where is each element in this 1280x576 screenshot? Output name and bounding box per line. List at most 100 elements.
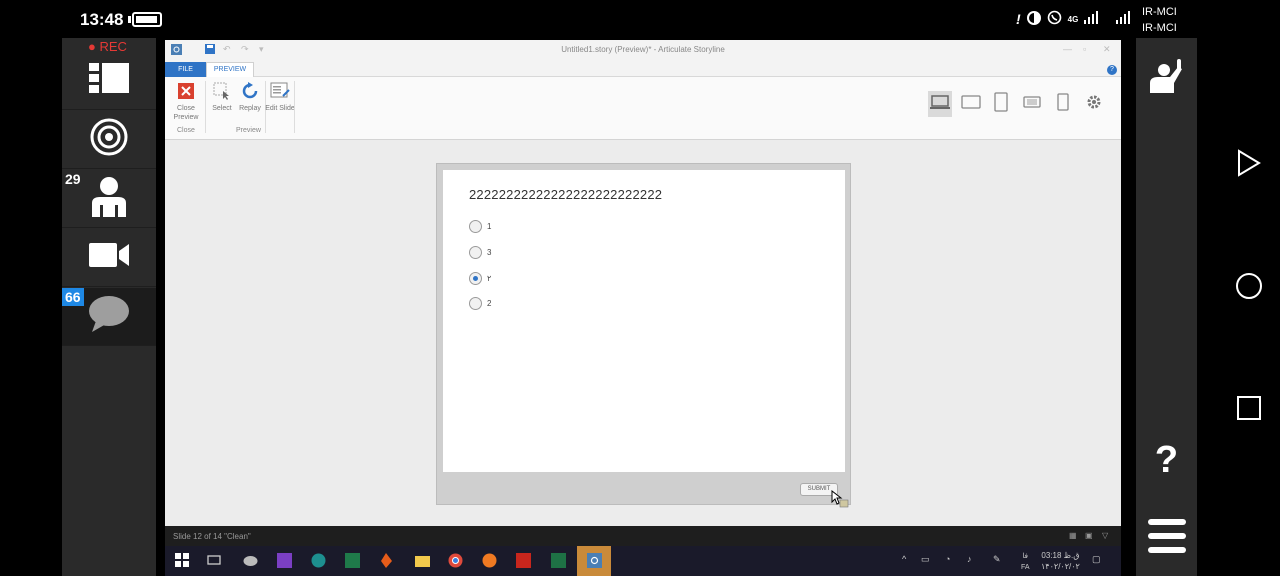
person-icon bbox=[90, 175, 128, 222]
target-icon bbox=[90, 118, 128, 161]
volume-icon[interactable]: ♪ bbox=[967, 554, 972, 564]
app-icon[interactable] bbox=[345, 553, 360, 568]
phone-landscape-icon bbox=[1023, 95, 1041, 113]
edit-slide-icon bbox=[270, 81, 290, 101]
alert-icon: ! bbox=[1016, 11, 1021, 27]
replay-icon bbox=[240, 81, 260, 101]
option-label: 3 bbox=[487, 248, 492, 257]
android-status-bar: 13:48 ! 4G IR-MCI IR-MCI bbox=[0, 0, 1280, 38]
back-button[interactable] bbox=[1234, 148, 1264, 182]
chrome-icon[interactable] bbox=[448, 553, 463, 568]
close-icon[interactable]: ✕ bbox=[1103, 44, 1111, 55]
taskbar-clock[interactable]: 03:18 ق.ظ ۱۴۰۲/۰۲/۰۲ bbox=[1041, 550, 1080, 572]
signal-icon bbox=[1084, 11, 1099, 27]
radio-button-checked[interactable] bbox=[469, 272, 482, 285]
wifi-icon[interactable]: ◔ bbox=[945, 554, 950, 564]
recents-square-icon bbox=[1236, 395, 1262, 426]
select-label: Select bbox=[212, 105, 232, 112]
answer-option[interactable]: 3 bbox=[469, 246, 491, 259]
title-bar: ↶ ↷ ▾ Untitled1.story (Preview)* - Artic… bbox=[165, 40, 1121, 62]
firefox-icon[interactable] bbox=[482, 553, 497, 568]
visual-studio-icon[interactable] bbox=[277, 553, 292, 568]
tray-icon[interactable]: ▭ bbox=[921, 554, 930, 565]
ribbon-separator bbox=[205, 81, 206, 133]
slide-player: 22222222222222222222222222 1 3 ٢ 2 SUBMI… bbox=[436, 163, 851, 508]
minimize-icon[interactable]: — bbox=[1063, 44, 1072, 54]
windows-start-icon[interactable] bbox=[175, 553, 190, 568]
carrier-2: IR-MCI bbox=[1142, 22, 1177, 34]
battery-tip bbox=[128, 16, 131, 23]
pen-icon[interactable]: ✎ bbox=[993, 554, 1001, 565]
select-button[interactable]: Select bbox=[207, 81, 237, 113]
settings-icon bbox=[1086, 94, 1102, 115]
signal-icon bbox=[1116, 11, 1131, 27]
close-preview-button[interactable]: Close Preview bbox=[171, 81, 201, 122]
replay-label: Replay bbox=[239, 105, 261, 112]
file-explorer-icon[interactable] bbox=[415, 553, 430, 568]
meeting-left-panel: ● REC 29 66 bbox=[62, 38, 156, 576]
layout-button[interactable] bbox=[62, 52, 156, 110]
participants-button[interactable]: 29 bbox=[62, 170, 156, 228]
carrier-1: IR-MCI bbox=[1142, 6, 1177, 18]
status-time: 13:48 bbox=[80, 10, 124, 29]
app-icon[interactable] bbox=[379, 553, 394, 568]
tray-chevron-icon[interactable]: ^ bbox=[902, 554, 906, 564]
device-desktop-button[interactable] bbox=[928, 91, 952, 117]
radio-button[interactable] bbox=[469, 246, 482, 259]
chat-button[interactable]: 66 bbox=[62, 288, 156, 346]
storyline-taskbar-button[interactable] bbox=[577, 546, 611, 576]
answer-option[interactable]: 1 bbox=[469, 220, 491, 233]
radio-button[interactable] bbox=[469, 297, 482, 310]
menu-button[interactable] bbox=[1136, 516, 1197, 560]
tab-preview[interactable]: PREVIEW bbox=[206, 62, 254, 77]
battery-icon bbox=[132, 12, 162, 27]
group-close-label: Close bbox=[177, 127, 195, 134]
layout-icon bbox=[89, 63, 129, 98]
radio-button[interactable] bbox=[469, 220, 482, 233]
option-label: ٢ bbox=[487, 274, 492, 283]
storyline-window: ↶ ↷ ▾ Untitled1.story (Preview)* - Artic… bbox=[165, 40, 1121, 546]
tab-file[interactable]: FILE bbox=[165, 62, 206, 77]
input-language[interactable]: فا FA bbox=[1021, 551, 1030, 573]
menu-icon bbox=[1147, 517, 1186, 560]
raise-hand-button[interactable] bbox=[1136, 58, 1197, 98]
excel-icon[interactable] bbox=[551, 553, 566, 568]
answer-option[interactable]: ٢ bbox=[469, 272, 491, 285]
normal-view-icon[interactable]: ▣ bbox=[1085, 531, 1093, 540]
device-phone-portrait-button[interactable] bbox=[1051, 91, 1075, 117]
clock-time: 03:18 ق.ظ bbox=[1041, 551, 1080, 560]
home-button[interactable] bbox=[1234, 272, 1264, 303]
raise-hand-icon bbox=[1148, 57, 1186, 100]
task-view-icon[interactable] bbox=[207, 553, 222, 568]
language-fa-label: فا bbox=[1022, 553, 1029, 560]
maximize-icon[interactable]: ▫ bbox=[1083, 44, 1086, 54]
device-tablet-landscape-button[interactable] bbox=[959, 91, 983, 117]
back-triangle-icon bbox=[1236, 148, 1262, 182]
notifications-icon[interactable]: ▢ bbox=[1092, 554, 1101, 565]
ribbon: Close Preview Close Select Replay Previe… bbox=[165, 77, 1121, 140]
help-button[interactable]: ? bbox=[1136, 438, 1197, 482]
option-label: 1 bbox=[487, 222, 492, 231]
help-icon[interactable]: ? bbox=[1107, 65, 1117, 75]
camera-button[interactable] bbox=[62, 229, 156, 287]
acrobat-icon[interactable] bbox=[516, 553, 531, 568]
data-saver-icon bbox=[1026, 10, 1041, 28]
device-phone-landscape-button[interactable] bbox=[1020, 91, 1044, 117]
app-icon[interactable] bbox=[311, 553, 326, 568]
app-icon[interactable] bbox=[243, 553, 258, 568]
edit-slide-label: Edit Slide bbox=[265, 105, 295, 112]
slide: 22222222222222222222222222 1 3 ٢ 2 bbox=[443, 170, 845, 472]
filter-icon[interactable]: ▽ bbox=[1102, 531, 1108, 540]
ribbon-tabs: FILE PREVIEW ? bbox=[165, 62, 1121, 77]
preview-settings-button[interactable] bbox=[1082, 91, 1106, 117]
recents-button[interactable] bbox=[1234, 395, 1264, 425]
grid-view-icon[interactable]: ▦ bbox=[1069, 531, 1077, 540]
whatsapp-icon bbox=[1047, 10, 1062, 28]
target-button[interactable] bbox=[62, 111, 156, 169]
participants-count: 29 bbox=[65, 171, 81, 187]
device-tablet-portrait-button[interactable] bbox=[989, 91, 1013, 117]
mouse-cursor-icon bbox=[831, 489, 849, 513]
answer-option[interactable]: 2 bbox=[469, 297, 491, 310]
edit-slide-button[interactable]: Edit Slide bbox=[265, 81, 295, 113]
replay-button[interactable]: Replay bbox=[235, 81, 265, 113]
